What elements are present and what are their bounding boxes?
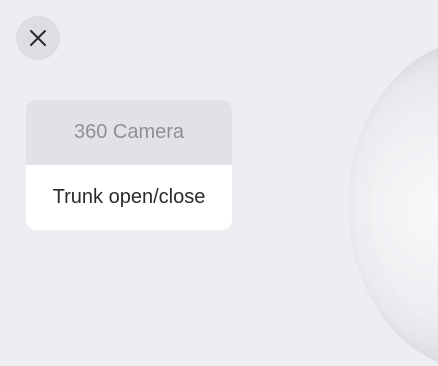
options-menu: 360 Camera Trunk open/close — [26, 100, 232, 230]
menu-item-trunk-open-close[interactable]: Trunk open/close — [26, 165, 232, 230]
close-button[interactable] — [16, 16, 60, 60]
close-icon — [29, 29, 47, 47]
app-screen: 360 Camera Trunk open/close — [0, 0, 438, 366]
menu-item-label: Trunk open/close — [52, 186, 206, 208]
menu-item-360-camera[interactable]: 360 Camera — [26, 100, 232, 165]
menu-item-label: 360 Camera — [73, 121, 185, 143]
